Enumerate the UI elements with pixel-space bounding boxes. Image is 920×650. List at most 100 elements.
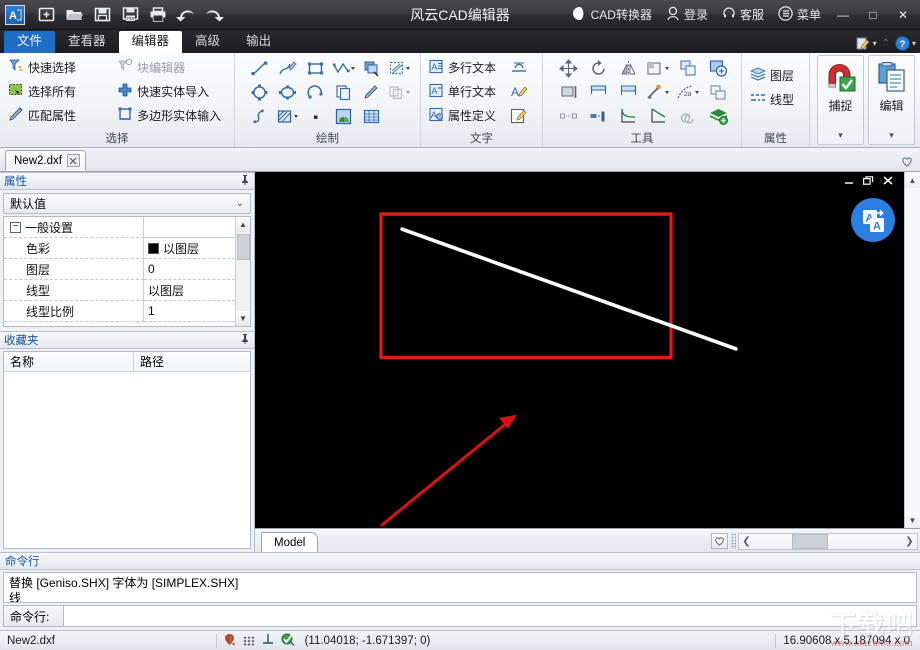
zoom-extents-icon[interactable]: [706, 56, 730, 80]
model-tab[interactable]: Model: [261, 532, 319, 552]
text-style-edit-icon[interactable]: A: [508, 80, 530, 103]
undo-icon[interactable]: [173, 3, 199, 27]
table-row[interactable]: 线型比例 1: [4, 301, 235, 322]
canvas-restore-icon[interactable]: [863, 176, 874, 187]
block-editor-button[interactable]: 块编辑器: [114, 56, 229, 79]
print-icon[interactable]: [145, 3, 171, 27]
new-file-icon[interactable]: [33, 3, 59, 27]
arc-icon[interactable]: [303, 80, 327, 104]
collapse-toggle-icon[interactable]: −: [10, 221, 21, 233]
save-icon[interactable]: [89, 3, 115, 27]
explode-icon[interactable]: [586, 80, 610, 104]
insert-image-icon[interactable]: [331, 104, 355, 128]
pin-icon[interactable]: [240, 333, 250, 347]
drawing-canvas[interactable]: A A ▲ ▼: [255, 172, 920, 528]
edit-dropdown-caret[interactable]: ▾: [889, 130, 894, 141]
property-value-color[interactable]: 以图层: [144, 238, 235, 259]
insert-block-icon[interactable]: [359, 56, 383, 80]
mirror-icon[interactable]: [616, 56, 640, 80]
open-file-icon[interactable]: [61, 3, 87, 27]
multi-copy-icon[interactable]: [387, 80, 411, 104]
ellipse-icon[interactable]: [275, 80, 299, 104]
property-value-linetype[interactable]: 以图层: [144, 280, 235, 301]
tab-editor[interactable]: 编辑器: [118, 31, 183, 53]
horizontal-scroll-thumb[interactable]: [792, 534, 828, 549]
quick-select-button[interactable]: 快速选择: [5, 56, 114, 79]
tab-file[interactable]: 文件: [4, 31, 56, 53]
move-icon[interactable]: [556, 56, 580, 80]
hatch-region-icon[interactable]: [387, 56, 411, 80]
favorites-column-name[interactable]: 名称: [4, 352, 134, 371]
group-icon[interactable]: [676, 56, 700, 80]
polyline-edit-icon[interactable]: [275, 56, 299, 80]
horizontal-scroll-track[interactable]: [754, 534, 902, 549]
scroll-up-icon[interactable]: ▲: [236, 217, 250, 232]
document-tab-new2[interactable]: New2.dxf: [5, 150, 86, 171]
command-input[interactable]: [63, 605, 917, 627]
copy-block-icon[interactable]: [331, 80, 355, 104]
canvas-scroll-left-icon[interactable]: ❮: [739, 534, 754, 549]
property-group-row[interactable]: − 一般设置: [4, 217, 235, 238]
tab-viewer[interactable]: 查看器: [55, 31, 119, 53]
edit-button[interactable]: 编辑 ▾: [868, 55, 915, 145]
pin-icon[interactable]: [240, 174, 250, 188]
login-button[interactable]: 登录: [659, 0, 715, 29]
tab-advanced[interactable]: 高级: [182, 31, 233, 53]
hatch-fill-icon[interactable]: [275, 104, 299, 128]
add-layer-icon[interactable]: [706, 104, 730, 128]
ortho-icon[interactable]: [262, 633, 274, 648]
singleline-text-button[interactable]: A 单行文本: [426, 80, 508, 103]
pick-point-dropdown-icon[interactable]: [646, 80, 670, 104]
chamfer-icon[interactable]: [646, 104, 670, 128]
heart-icon[interactable]: [900, 154, 914, 168]
layers-button[interactable]: 图层: [747, 64, 804, 87]
maximize-button[interactable]: □: [858, 0, 888, 30]
circle-icon[interactable]: [247, 80, 271, 104]
close-button[interactable]: ✕: [888, 0, 918, 30]
menu-button[interactable]: 菜单: [771, 0, 828, 29]
scroll-down-icon[interactable]: ▼: [236, 311, 250, 326]
canvas-horizontal-scrollbar[interactable]: ❮ ❯: [738, 533, 918, 550]
translate-button[interactable]: A A: [851, 198, 895, 242]
customize-icon[interactable]: [856, 37, 871, 51]
canvas-scroll-down-icon[interactable]: ▼: [905, 512, 920, 528]
redo-icon[interactable]: [201, 3, 227, 27]
spline-icon[interactable]: [247, 104, 271, 128]
trim-icon[interactable]: [616, 80, 640, 104]
multiline-text-button[interactable]: A 多行文本: [426, 56, 508, 79]
copy-group-icon[interactable]: [706, 80, 730, 104]
help-icon[interactable]: ?: [894, 36, 910, 51]
rotate-icon[interactable]: [586, 56, 610, 80]
osnap-icon[interactable]: [223, 633, 236, 649]
scale-tool-dropdown-icon[interactable]: 2d: [676, 80, 700, 104]
close-tab-icon[interactable]: [66, 154, 80, 167]
property-value-linescale[interactable]: 1: [144, 301, 235, 322]
linetype-button[interactable]: 线型: [747, 88, 804, 111]
property-value-layer[interactable]: 0: [144, 259, 235, 280]
scrollbar-thumb[interactable]: [236, 234, 250, 260]
table-row[interactable]: 图层 0: [4, 259, 235, 280]
command-log[interactable]: 替换 [Geniso.SHX] 字体为 [SIMPLEX.SHX] 线: [3, 572, 917, 603]
help-dropdown-caret[interactable]: ▾: [912, 39, 916, 48]
canvas-minimize-icon[interactable]: [844, 176, 854, 187]
attribute-definition-button[interactable]: A 属性定义: [426, 104, 508, 127]
favorites-column-path[interactable]: 路径: [134, 352, 164, 371]
text-align-icon[interactable]: [508, 56, 530, 79]
select-all-button[interactable]: 选择所有: [5, 80, 114, 103]
save-pdf-icon[interactable]: PDF: [117, 3, 143, 27]
grid-snap-dropdown-icon[interactable]: [646, 56, 670, 80]
point-icon[interactable]: [303, 104, 327, 128]
cad-converter-button[interactable]: CAD转换器: [565, 0, 659, 29]
edit-text-icon[interactable]: [508, 104, 530, 127]
line-icon[interactable]: [247, 56, 271, 80]
loop-select-icon[interactable]: [676, 104, 700, 128]
property-set-selector[interactable]: 默认值 ⌄: [3, 193, 251, 214]
polyline-icon[interactable]: [331, 56, 355, 80]
snap-button[interactable]: 捕捉 ▾: [817, 55, 864, 145]
match-properties-button[interactable]: 匹配属性: [5, 104, 114, 127]
ribbon-dropdown-caret[interactable]: ▾: [873, 39, 877, 48]
grid-icon[interactable]: [242, 635, 255, 646]
collapse-ribbon-icon[interactable]: ⌃: [879, 38, 893, 49]
fillet-icon[interactable]: [616, 104, 640, 128]
table-icon[interactable]: [359, 104, 383, 128]
